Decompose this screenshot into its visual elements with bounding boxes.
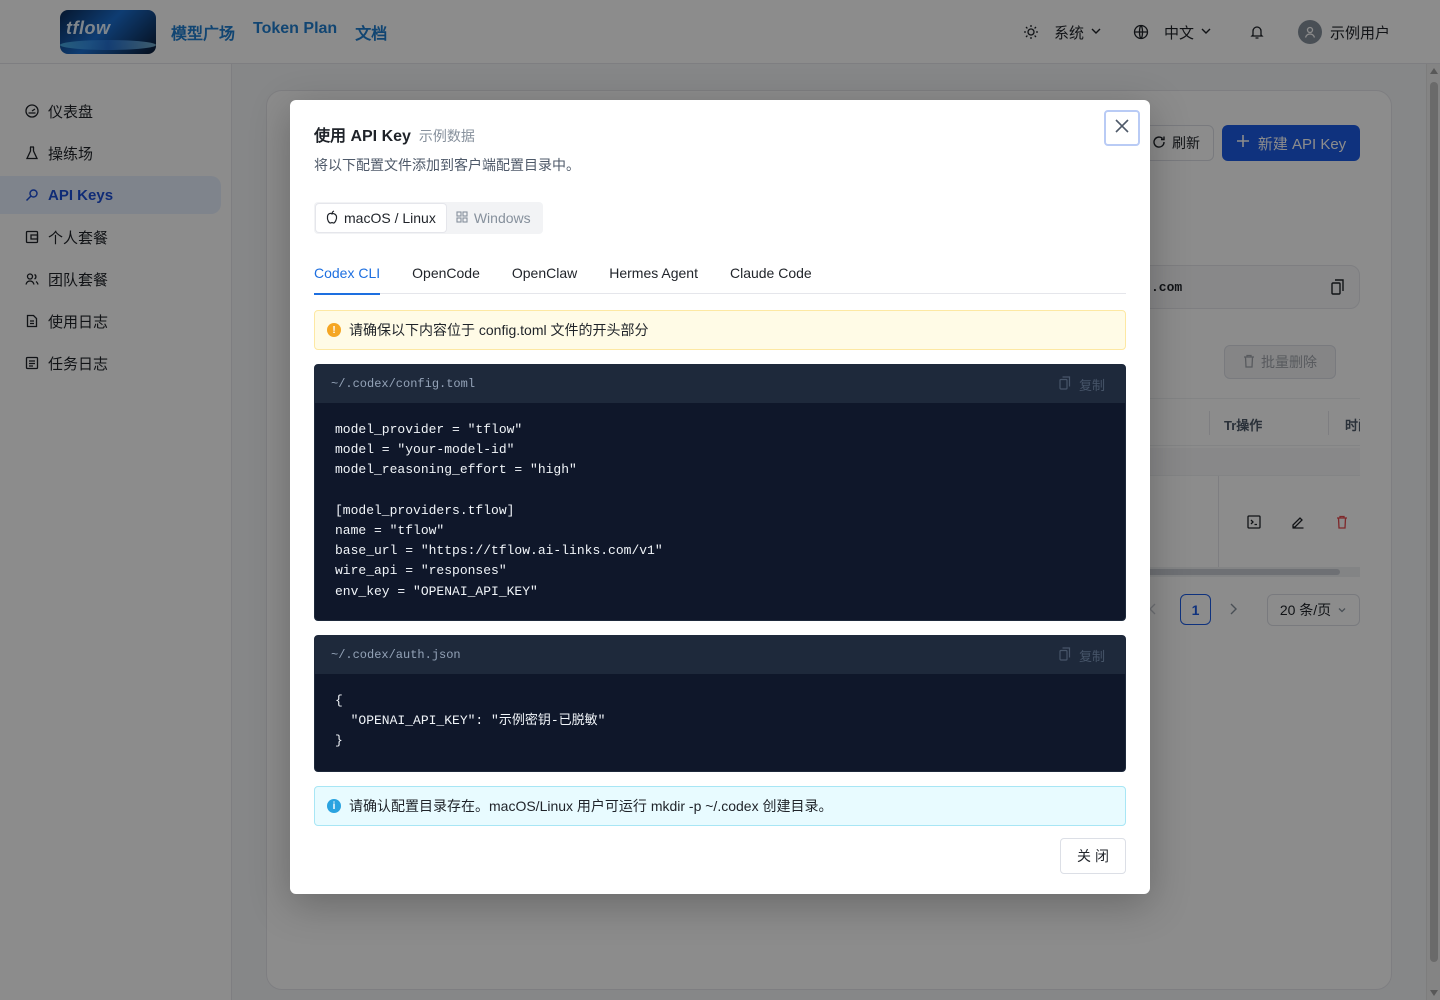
code-block-config-toml: ~/.codex/config.toml 复制 model_provider =… — [314, 364, 1126, 621]
tab-codex-cli[interactable]: Codex CLI — [314, 252, 381, 295]
os-option-label: macOS / Linux — [344, 210, 436, 226]
copy-icon — [1059, 375, 1071, 393]
code-content: { "OPENAI_API_KEY": "示例密钥-已脱敏" } — [335, 693, 606, 749]
copy-button[interactable]: 复制 — [1059, 646, 1105, 665]
tab-opencode[interactable]: OpenCode — [412, 252, 480, 294]
warning-alert: ! 请确保以下内容位于 config.toml 文件的开头部分 — [314, 310, 1126, 350]
windows-icon — [456, 210, 468, 226]
code-block-header: ~/.codex/auth.json 复制 — [315, 636, 1125, 674]
os-option-macos-linux[interactable]: macOS / Linux — [316, 204, 446, 232]
info-alert: i 请确认配置目录存在。macOS/Linux 用户可运行 mkdir -p ~… — [314, 786, 1126, 826]
modal-title: 使用 API Key 示例数据 — [314, 122, 475, 146]
tab-hermes-agent[interactable]: Hermes Agent — [609, 252, 698, 294]
warning-text: 请确保以下内容位于 config.toml 文件的开头部分 — [349, 322, 649, 338]
tab-claude-code[interactable]: Claude Code — [730, 252, 812, 294]
file-path: ~/.codex/auth.json — [331, 648, 461, 662]
copy-icon — [1059, 646, 1071, 664]
copy-label: 复制 — [1078, 648, 1105, 664]
copy-button[interactable]: 复制 — [1059, 375, 1105, 394]
warning-icon: ! — [327, 323, 341, 337]
code-block-auth-json: ~/.codex/auth.json 复制 { "OPENAI_API_KEY"… — [314, 635, 1126, 772]
os-option-label: Windows — [473, 210, 531, 226]
client-tabs: Codex CLI OpenCode OpenClaw Hermes Agent… — [314, 252, 1126, 295]
modal-title-text: 使用 API Key — [314, 128, 411, 145]
modal-description: 将以下配置文件添加到客户端配置目录中。 — [314, 157, 580, 173]
modal-subtitle: 示例数据 — [418, 128, 475, 144]
code-content: model_provider = "tflow" model = "your-m… — [335, 422, 663, 599]
file-path: ~/.codex/config.toml — [331, 377, 476, 391]
os-option-windows[interactable]: Windows — [446, 204, 541, 232]
info-text: 请确认配置目录存在。macOS/Linux 用户可运行 mkdir -p ~/.… — [349, 798, 833, 814]
modal-close-button[interactable] — [1104, 110, 1140, 146]
info-icon: i — [327, 799, 341, 813]
use-api-key-modal: 使用 API Key 示例数据 将以下配置文件添加到客户端配置目录中。 macOS… — [290, 100, 1150, 894]
apple-icon — [326, 209, 338, 227]
copy-label: 复制 — [1078, 377, 1105, 393]
os-selector: macOS / Linux Windows — [314, 202, 543, 234]
close-button[interactable]: 关闭 — [1060, 838, 1126, 874]
code-block-header: ~/.codex/config.toml 复制 — [315, 365, 1125, 403]
close-icon — [1114, 118, 1130, 139]
tab-openclaw[interactable]: OpenClaw — [512, 252, 577, 294]
